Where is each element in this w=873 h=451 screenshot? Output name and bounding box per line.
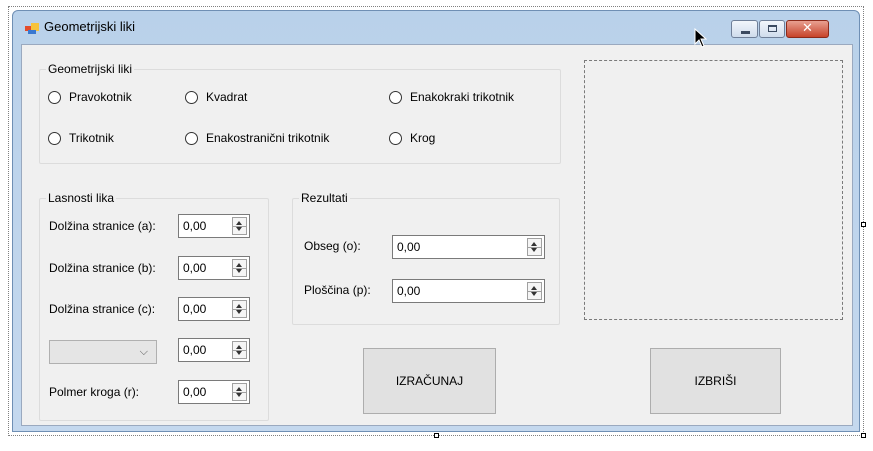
side-b-label: Dolžina stranice (b):: [49, 261, 156, 275]
spinner-arrows-icon[interactable]: [527, 238, 542, 256]
perimeter-value[interactable]: 0,00: [397, 240, 420, 254]
resize-handle-corner[interactable]: [861, 433, 866, 438]
spinner-arrows-icon[interactable]: [232, 341, 247, 359]
radio-circle[interactable]: [185, 90, 198, 104]
results-groupbox: Rezultati Obseg (o): 0,00 Ploščina (p): …: [292, 191, 560, 325]
side-b-value[interactable]: 0,00: [183, 261, 206, 275]
radio-circle[interactable]: [389, 90, 402, 104]
radio-pravokotnik[interactable]: Pravokotnik: [48, 89, 132, 105]
side-c-value[interactable]: 0,00: [183, 302, 206, 316]
side-c-spinner[interactable]: 0,00: [178, 297, 250, 321]
chevron-down-icon[interactable]: ⌵: [140, 345, 148, 359]
side-c-label: Dolžina stranice (c):: [49, 302, 156, 316]
area-value[interactable]: 0,00: [397, 284, 420, 298]
minimize-icon: [741, 31, 750, 34]
radio-label: Pravokotnik: [69, 90, 132, 104]
app-icon: [25, 23, 39, 34]
radio-label: Trikotnik: [69, 131, 114, 145]
properties-groupbox: Lasnosti lika Dolžina stranice (a): 0,00…: [39, 191, 269, 421]
perimeter-label: Obseg (o):: [304, 239, 361, 253]
spinner-arrows-icon[interactable]: [232, 300, 247, 318]
radius-spinner[interactable]: 0,00: [178, 380, 250, 404]
side-select-combo[interactable]: ⌵: [49, 340, 157, 364]
radius-value[interactable]: 0,00: [183, 385, 206, 399]
maximize-button[interactable]: [759, 20, 785, 38]
resize-handle-bottom[interactable]: [434, 433, 439, 438]
resize-handle-right[interactable]: [861, 222, 866, 227]
area-label: Ploščina (p):: [304, 283, 371, 297]
radio-trikotnik[interactable]: Trikotnik: [48, 130, 114, 146]
shapes-group-title: Geometrijski liki: [46, 62, 135, 76]
radio-label: Krog: [410, 131, 436, 145]
side-a-label: Dolžina stranice (a):: [49, 219, 156, 233]
spinner-arrows-icon[interactable]: [232, 217, 247, 235]
calculate-button[interactable]: IZRAČUNAJ: [363, 348, 496, 414]
shapes-groupbox: Geometrijski liki Pravokotnik Kvadrat En…: [39, 62, 561, 164]
drawing-picturebox: [584, 60, 843, 320]
side-a-spinner[interactable]: 0,00: [178, 214, 250, 238]
results-group-title: Rezultati: [299, 191, 350, 205]
window-title: Geometrijski liki: [44, 19, 136, 34]
radio-kvadrat[interactable]: Kvadrat: [185, 89, 247, 105]
radio-krog[interactable]: Krog: [389, 130, 435, 146]
close-icon: ✕: [802, 21, 813, 36]
extra-spinner[interactable]: 0,00: [178, 338, 250, 362]
extra-value[interactable]: 0,00: [183, 343, 206, 357]
radio-enakostranicni-trikotnik[interactable]: Enakostranični trikotnik: [185, 130, 329, 146]
minimize-button[interactable]: [731, 20, 758, 38]
area-spinner[interactable]: 0,00: [392, 279, 545, 303]
side-b-spinner[interactable]: 0,00: [178, 256, 250, 280]
radio-label: Kvadrat: [206, 90, 248, 104]
properties-group-title: Lasnosti lika: [46, 191, 117, 205]
form-client-area: Geometrijski liki Pravokotnik Kvadrat En…: [21, 44, 853, 426]
radio-label: Enakostranični trikotnik: [206, 131, 330, 145]
clear-button[interactable]: IZBRIŠI: [650, 348, 781, 414]
mouse-cursor-icon: [694, 28, 708, 48]
radius-label: Polmer kroga (r):: [49, 385, 140, 399]
radio-circle[interactable]: [185, 131, 198, 145]
spinner-arrows-icon[interactable]: [232, 383, 247, 401]
maximize-icon: [768, 25, 777, 32]
spinner-arrows-icon[interactable]: [232, 259, 247, 277]
form-window: Geometrijski liki ✕ Geometrijski liki Pr…: [12, 10, 860, 432]
spinner-arrows-icon[interactable]: [527, 282, 542, 300]
radio-circle[interactable]: [48, 131, 61, 145]
radio-circle[interactable]: [48, 90, 61, 104]
radio-enakokraki-trikotnik[interactable]: Enakokraki trikotnik: [389, 89, 514, 105]
perimeter-spinner[interactable]: 0,00: [392, 235, 545, 259]
side-a-value[interactable]: 0,00: [183, 219, 206, 233]
title-bar[interactable]: Geometrijski liki ✕: [13, 11, 859, 44]
close-button[interactable]: ✕: [786, 20, 829, 38]
radio-circle[interactable]: [389, 131, 402, 145]
radio-label: Enakokraki trikotnik: [410, 90, 515, 104]
